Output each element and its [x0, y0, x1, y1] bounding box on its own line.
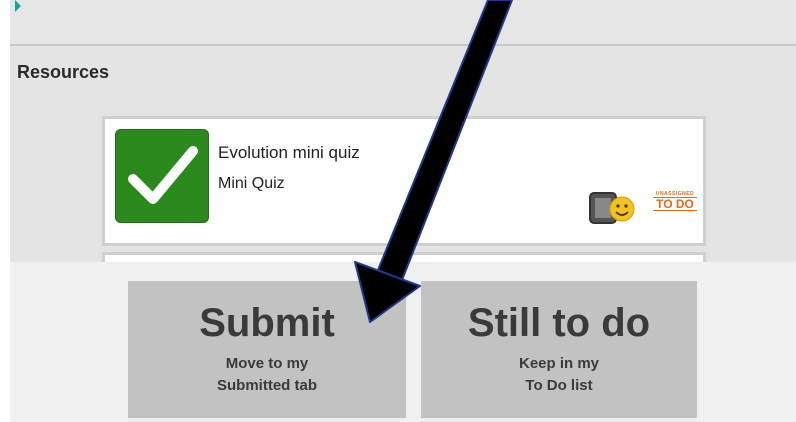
still-to-do-button-subtitle: Keep in my To Do list [421, 353, 697, 397]
teal-corner-marker [15, 0, 21, 12]
still-to-do-button[interactable]: Still to do Keep in my To Do list [421, 281, 697, 418]
submit-button-line1: Move to my [225, 355, 309, 372]
still-to-do-button-line1: Keep in my [518, 355, 600, 372]
tablet-smiley-icon [588, 189, 638, 227]
resource-card[interactable]: Evolution mini quiz Mini Quiz UNASSIGNED… [102, 116, 706, 246]
resource-title[interactable]: Evolution mini quiz [218, 143, 360, 163]
submit-button-subtitle: Move to my Submitted tab [128, 353, 406, 397]
resource-type: Mini Quiz [218, 175, 285, 192]
todo-badge-text: TO DO [653, 197, 697, 211]
submit-button-line2: Submitted tab [217, 377, 317, 394]
submit-button-title: Submit [199, 301, 335, 345]
still-to-do-button-line2: To Do list [525, 377, 593, 394]
top-header-band [10, 0, 796, 46]
checkmark-icon [115, 129, 209, 223]
submit-button[interactable]: Submit Move to my Submitted tab [128, 281, 406, 418]
still-to-do-button-title: Still to do [467, 301, 651, 345]
todo-badge: UNASSIGNED TO DO [653, 191, 697, 223]
section-title: Resources [17, 62, 110, 82]
